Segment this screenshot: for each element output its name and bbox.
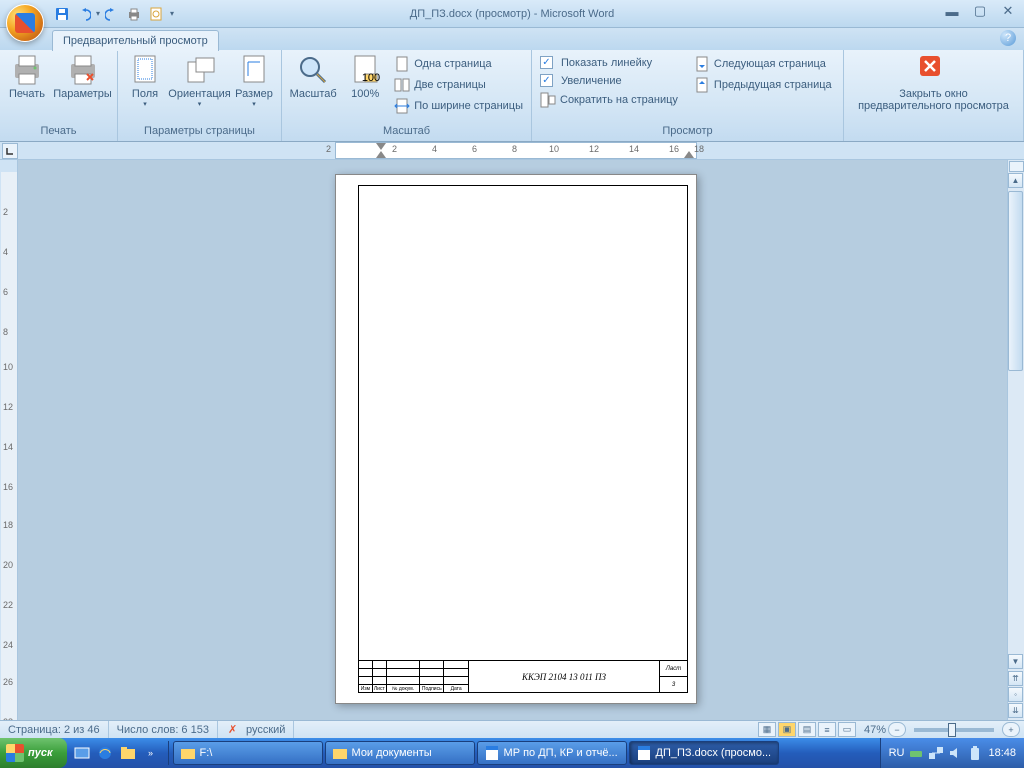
status-language[interactable]: ✗ русский xyxy=(218,721,294,738)
taskbar-item-mydocs[interactable]: Мои документы xyxy=(325,741,475,765)
taskbar-item-drive[interactable]: F:\ xyxy=(173,741,323,765)
horizontal-ruler[interactable]: 2 2 4 6 8 10 12 14 16 18 xyxy=(335,142,697,159)
language-indicator[interactable]: RU xyxy=(889,747,905,759)
scroll-down-button[interactable]: ▼ xyxy=(1008,654,1023,669)
maximize-button[interactable]: ▢ xyxy=(968,2,992,20)
office-button[interactable] xyxy=(6,4,44,42)
scroll-up-button[interactable]: ▲ xyxy=(1008,173,1023,188)
shrink-button[interactable]: Сократить на страницу xyxy=(536,90,682,110)
workspace: 2 4 6 8 10 12 14 16 18 20 22 24 26 28 xyxy=(0,160,1024,720)
tab-print-preview[interactable]: Предварительный просмотр xyxy=(52,30,219,51)
spellcheck-icon: ✗ xyxy=(226,723,242,737)
view-outline-button[interactable]: ≡ xyxy=(818,722,836,737)
taskbar-item-doc2[interactable]: ДП_ПЗ.docx (просмо... xyxy=(629,741,779,765)
system-tray: RU 18:48 xyxy=(880,738,1024,768)
group-label-print: Печать xyxy=(4,123,113,139)
ribbon: Печать Параметры Печать Поля Ориентация … xyxy=(0,50,1024,142)
redo-icon[interactable] xyxy=(102,4,122,24)
close-preview-button[interactable]: Закрыть окно предварительного просмотра xyxy=(848,52,1019,114)
one-page-button[interactable]: Одна страница xyxy=(390,54,527,74)
tray-safely-remove-icon[interactable] xyxy=(908,745,924,761)
tab-selector[interactable] xyxy=(2,143,18,159)
close-button[interactable]: ✕ xyxy=(996,2,1020,20)
orientation-button[interactable]: Ориентация xyxy=(170,52,229,110)
minimize-button[interactable]: ▬ xyxy=(940,2,964,20)
status-bar: Страница: 2 из 46 Число слов: 6 153 ✗ ру… xyxy=(0,720,1024,738)
show-desktop-icon[interactable] xyxy=(71,741,93,765)
zoom-button[interactable]: Масштаб xyxy=(286,52,340,102)
status-page[interactable]: Страница: 2 из 46 xyxy=(0,721,109,738)
svg-text:100: 100 xyxy=(362,72,380,84)
vertical-ruler[interactable]: 2 4 6 8 10 12 14 16 18 20 22 24 26 28 xyxy=(0,160,18,720)
quick-launch: » xyxy=(71,741,169,765)
windows-logo-icon xyxy=(6,744,24,762)
margins-button[interactable]: Поля xyxy=(122,52,168,110)
tray-network-icon[interactable] xyxy=(928,745,944,761)
zoom-100-button[interactable]: 100 100% xyxy=(342,52,388,102)
group-label-pagesetup: Параметры страницы xyxy=(122,123,277,139)
size-button[interactable]: Размер xyxy=(231,52,277,110)
prev-page-button[interactable]: Предыдущая страница xyxy=(690,75,836,95)
vertical-scrollbar[interactable]: ▲ ▼ ⇈ ◦ ⇊ xyxy=(1007,160,1024,720)
taskbar: пуск » F:\ Мои документы МР по ДП, КР и … xyxy=(0,738,1024,768)
magnifier-checkbox[interactable]: ✓Увеличение xyxy=(536,72,682,89)
group-label-view: Просмотр xyxy=(536,123,839,139)
page-frame: Изм Лист № докум. Подпись Дата ККЭП 2104… xyxy=(358,185,688,693)
scroll-thumb[interactable] xyxy=(1008,191,1023,371)
horizontal-ruler-bar: 2 2 4 6 8 10 12 14 16 18 xyxy=(0,142,1024,160)
prev-page-browse-button[interactable]: ⇈ xyxy=(1008,671,1023,686)
quickprint-icon[interactable] xyxy=(124,4,144,24)
window-title: ДП_ПЗ.docx (просмотр) - Microsoft Word xyxy=(410,8,615,20)
stamp-code: ККЭП 2104 13 011 ПЗ xyxy=(469,661,659,692)
zoom-slider-thumb[interactable] xyxy=(948,723,956,737)
tray-volume-icon[interactable] xyxy=(948,745,964,761)
zoom-in-button[interactable]: + xyxy=(1002,722,1020,737)
explorer-icon[interactable] xyxy=(117,741,139,765)
start-button[interactable]: пуск xyxy=(0,738,67,768)
preview-icon[interactable] xyxy=(146,4,166,24)
zoom-level[interactable]: 47% xyxy=(864,724,886,736)
ie-icon[interactable] xyxy=(94,741,116,765)
clock[interactable]: 18:48 xyxy=(988,747,1016,759)
next-page-browse-button[interactable]: ⇊ xyxy=(1008,703,1023,718)
save-icon[interactable] xyxy=(52,4,72,24)
title-block: Изм Лист № докум. Подпись Дата ККЭП 2104… xyxy=(359,660,687,692)
undo-icon[interactable] xyxy=(74,4,94,24)
tray-power-icon[interactable] xyxy=(968,745,984,761)
help-icon[interactable]: ? xyxy=(1000,30,1016,46)
quick-launch-more-icon[interactable]: » xyxy=(140,741,162,765)
group-label-zoom: Масштаб xyxy=(286,123,527,139)
view-web-button[interactable]: ▤ xyxy=(798,722,816,737)
view-draft-button[interactable]: ▭ xyxy=(838,722,856,737)
zoom-out-button[interactable]: − xyxy=(888,722,906,737)
page-width-button[interactable]: По ширине страницы xyxy=(390,96,527,116)
next-page-button[interactable]: Следующая страница xyxy=(690,54,836,74)
two-pages-button[interactable]: Две страницы xyxy=(390,75,527,95)
status-words[interactable]: Число слов: 6 153 xyxy=(109,721,218,738)
view-print-layout-button[interactable]: ▦ xyxy=(758,722,776,737)
view-fullscreen-button[interactable]: ▣ xyxy=(778,722,796,737)
select-browse-button[interactable]: ◦ xyxy=(1008,687,1023,702)
zoom-slider[interactable] xyxy=(914,728,994,732)
toggle-ruler-button[interactable] xyxy=(1009,161,1024,172)
svg-text:✗: ✗ xyxy=(228,724,237,736)
options-button[interactable]: Параметры xyxy=(52,52,113,102)
print-button[interactable]: Печать xyxy=(4,52,50,102)
show-ruler-checkbox[interactable]: ✓Показать линейку xyxy=(536,54,682,71)
quick-access-toolbar: ▾ ▾ xyxy=(52,4,174,24)
taskbar-item-doc1[interactable]: МР по ДП, КР и отчё... xyxy=(477,741,627,765)
page-preview[interactable]: Изм Лист № докум. Подпись Дата ККЭП 2104… xyxy=(335,174,697,704)
